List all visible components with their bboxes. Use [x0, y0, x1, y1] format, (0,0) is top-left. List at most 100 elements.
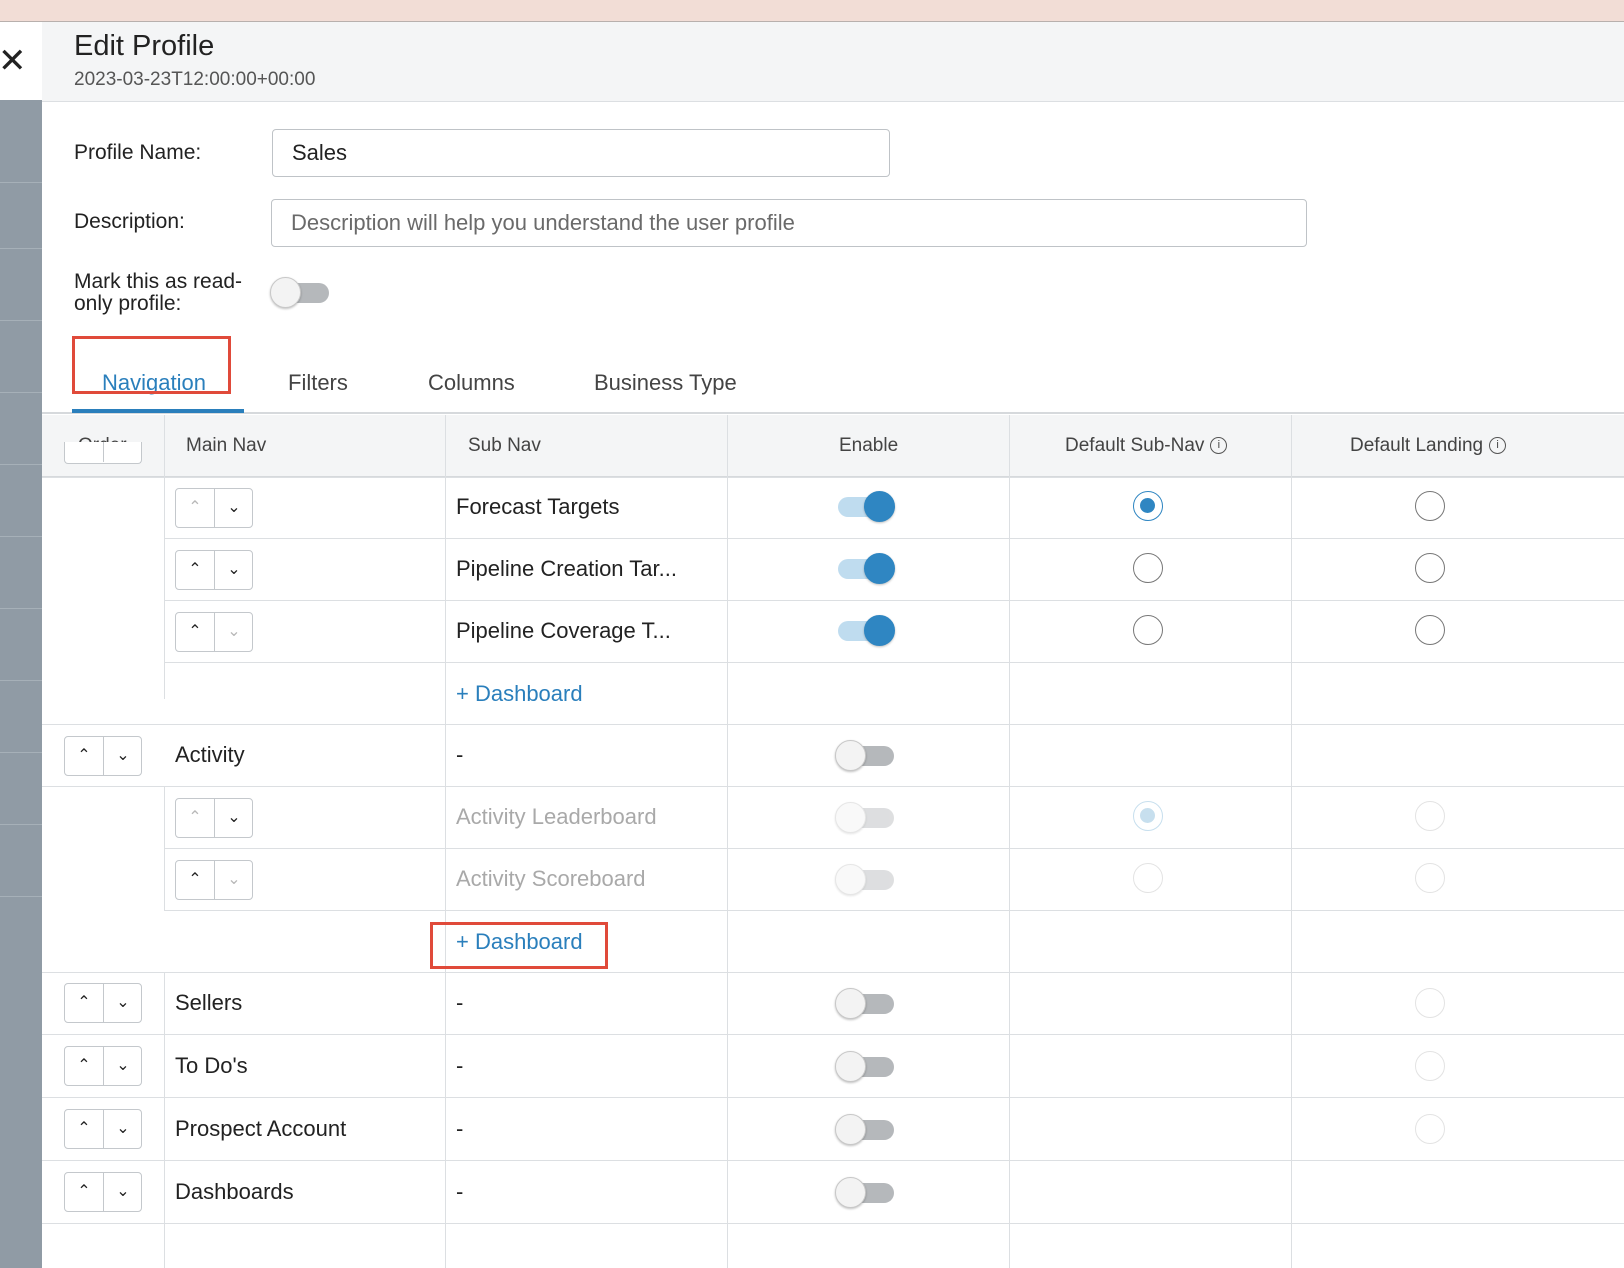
order-stepper[interactable] [64, 442, 142, 464]
move-down-button[interactable]: ⌄ [215, 799, 253, 837]
enable-toggle[interactable] [835, 1049, 895, 1083]
tab-business-type[interactable]: Business Type [594, 370, 737, 396]
sub-nav-name: - [456, 1053, 464, 1078]
order-stepper[interactable]: ⌃ ⌄ [64, 736, 142, 776]
default-sub-nav-radio[interactable] [1133, 553, 1163, 583]
main-nav-name: Prospect Account [175, 1116, 347, 1141]
col-default-sub-nav-label: Default Sub-Nav [1065, 435, 1205, 456]
sub-nav-name: Pipeline Coverage T... [456, 618, 671, 643]
description-label: Description: [74, 210, 185, 233]
close-icon[interactable]: ✕ [0, 44, 27, 78]
order-stepper[interactable]: ⌃ ⌄ [175, 550, 253, 590]
order-stepper[interactable]: ⌃ ⌄ [64, 983, 142, 1023]
move-up-button[interactable]: ⌃ [65, 984, 103, 1022]
move-up-button[interactable]: ⌃ [65, 1047, 103, 1085]
move-down-button[interactable]: ⌄ [215, 489, 253, 527]
order-stepper[interactable]: ⌃ ⌄ [175, 798, 253, 838]
col-default-landing-label: Default Landing [1350, 435, 1484, 456]
col-enable: Enable [839, 435, 899, 456]
sub-nav-name: - [456, 742, 464, 767]
background-overlay: ✕ [0, 22, 42, 1268]
sub-nav-name: - [456, 1179, 464, 1204]
main-nav-name: Dashboards [175, 1179, 294, 1204]
readonly-toggle[interactable] [270, 275, 330, 309]
page-title: Edit Profile [74, 30, 215, 62]
move-up-button[interactable]: ⌃ [65, 1173, 103, 1211]
highlight-box-add-dashboard [430, 922, 608, 969]
order-stepper[interactable]: ⌃ ⌄ [64, 1046, 142, 1086]
order-stepper[interactable]: ⌃ ⌄ [175, 860, 253, 900]
enable-toggle[interactable] [835, 489, 895, 523]
move-up-button[interactable]: ⌃ [65, 737, 103, 775]
default-sub-nav-radio[interactable] [1133, 801, 1163, 831]
default-sub-nav-radio[interactable] [1133, 863, 1163, 893]
active-tab-indicator [72, 409, 244, 413]
info-icon[interactable]: i [1210, 437, 1228, 455]
move-up-button[interactable]: ⌃ [176, 799, 214, 837]
add-dashboard-link[interactable]: + Dashboard [456, 681, 583, 707]
order-stepper[interactable]: ⌃ ⌄ [64, 1109, 142, 1149]
default-landing-radio[interactable] [1415, 553, 1445, 583]
enable-toggle[interactable] [835, 862, 895, 896]
default-landing-radio[interactable] [1415, 801, 1445, 831]
order-stepper[interactable]: ⌃ ⌄ [175, 612, 253, 652]
browser-top-bar [0, 0, 1624, 22]
default-sub-nav-radio[interactable] [1133, 615, 1163, 645]
enable-toggle[interactable] [835, 551, 895, 585]
default-sub-nav-radio[interactable] [1133, 491, 1163, 521]
tab-filters[interactable]: Filters [288, 370, 348, 396]
move-up-button[interactable]: ⌃ [176, 861, 214, 899]
move-up-button[interactable]: ⌃ [176, 489, 214, 527]
move-down-button[interactable]: ⌄ [104, 1110, 142, 1148]
move-down-button[interactable]: ⌄ [104, 737, 142, 775]
highlight-box-navigation-tab [72, 336, 231, 394]
main-nav-name: Sellers [175, 990, 243, 1015]
enable-toggle[interactable] [835, 738, 895, 772]
enable-toggle[interactable] [835, 1175, 895, 1209]
col-default-landing: Default Landing i [1350, 415, 1507, 477]
move-up-button[interactable]: ⌃ [65, 1110, 103, 1148]
default-landing-radio[interactable] [1415, 615, 1445, 645]
order-stepper[interactable]: ⌃ ⌄ [175, 488, 253, 528]
description-input[interactable]: Description will help you understand the… [271, 199, 1307, 247]
default-landing-radio[interactable] [1415, 863, 1445, 893]
close-area: ✕ [0, 22, 42, 100]
sub-nav-name: - [456, 990, 464, 1015]
move-down-button[interactable]: ⌄ [215, 551, 253, 589]
tab-columns[interactable]: Columns [428, 370, 515, 396]
move-up-button[interactable]: ⌃ [176, 613, 214, 651]
move-up-button[interactable]: ⌃ [176, 551, 214, 589]
default-landing-radio[interactable] [1415, 988, 1445, 1018]
default-landing-radio[interactable] [1415, 1114, 1445, 1144]
sub-nav-name: Activity Leaderboard [456, 804, 657, 829]
sub-nav-name: Pipeline Creation Tar... [456, 556, 677, 581]
move-down-button[interactable]: ⌄ [104, 1173, 142, 1211]
enable-toggle[interactable] [835, 986, 895, 1020]
order-stepper[interactable]: ⌃ ⌄ [64, 1172, 142, 1212]
readonly-label: Mark this as read-only profile: [74, 270, 243, 315]
table-header: Order Main Nav Sub Nav Enable Default Su… [42, 415, 1624, 477]
default-landing-radio[interactable] [1415, 491, 1445, 521]
col-sub-nav: Sub Nav [468, 435, 541, 456]
info-icon[interactable]: i [1489, 437, 1507, 455]
tab-bar: Navigation Filters Columns Business Type [42, 350, 1624, 414]
enable-toggle[interactable] [835, 1112, 895, 1146]
move-down-button[interactable]: ⌄ [215, 613, 253, 651]
move-down-button[interactable]: ⌄ [104, 984, 142, 1022]
move-down-button[interactable]: ⌄ [215, 861, 253, 899]
main-nav-name: Activity [175, 742, 245, 767]
default-landing-radio[interactable] [1415, 1051, 1445, 1081]
col-main-nav: Main Nav [186, 435, 267, 456]
col-default-sub-nav: Default Sub-Nav i [1065, 415, 1228, 477]
edit-profile-panel: Edit Profile 2023-03-23T12:00:00+00:00 P… [42, 22, 1624, 1268]
sub-nav-name: Forecast Targets [456, 494, 620, 519]
profile-name-input[interactable]: Sales [272, 129, 890, 177]
enable-toggle[interactable] [835, 613, 895, 647]
sub-nav-name: Activity Scoreboard [456, 866, 646, 891]
main-nav-name: To Do's [175, 1053, 248, 1078]
sub-nav-name: - [456, 1116, 464, 1141]
panel-header: Edit Profile 2023-03-23T12:00:00+00:00 [42, 22, 1624, 102]
timestamp: 2023-03-23T12:00:00+00:00 [74, 69, 316, 90]
enable-toggle[interactable] [835, 800, 895, 834]
move-down-button[interactable]: ⌄ [104, 1047, 142, 1085]
